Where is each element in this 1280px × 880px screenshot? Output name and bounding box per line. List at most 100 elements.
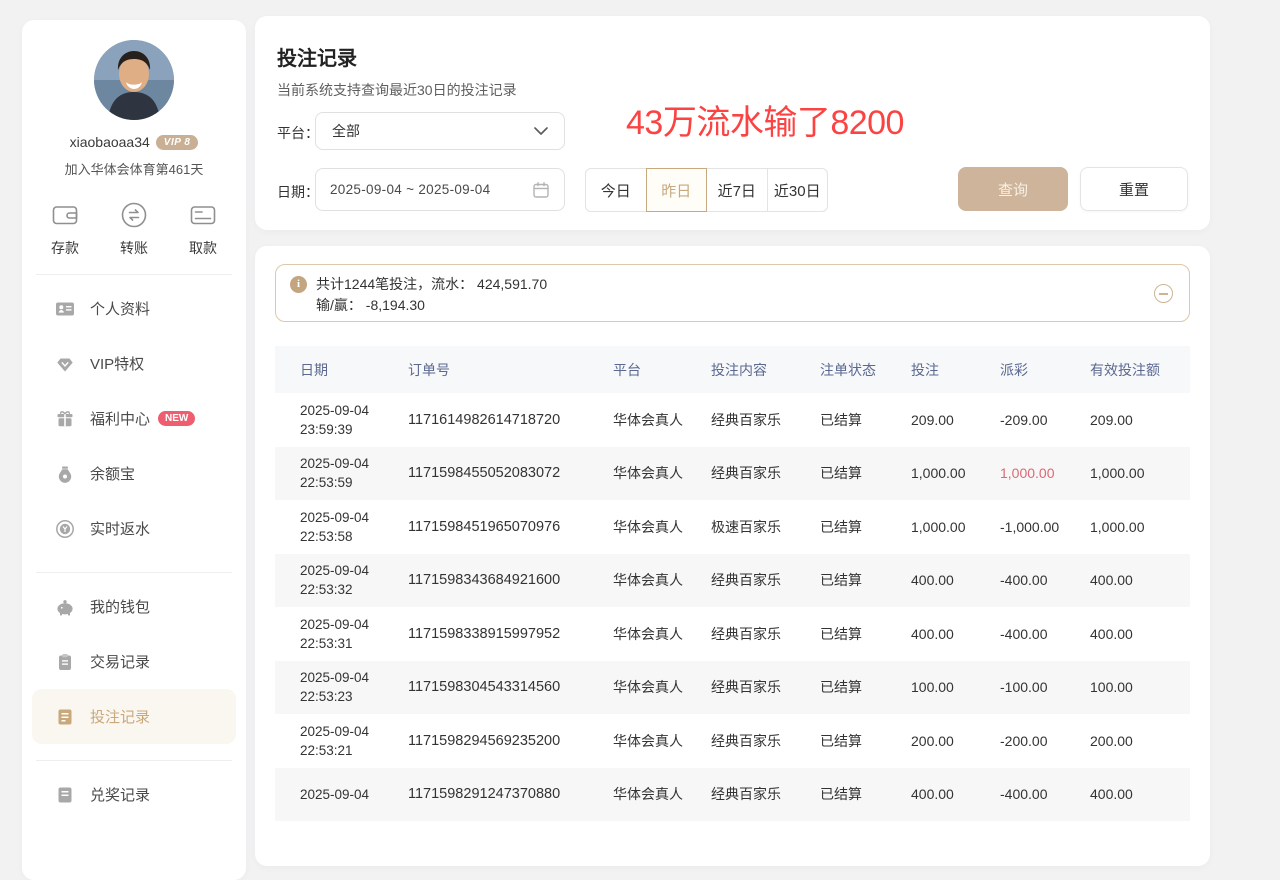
cell-platform: 华体会真人 [613, 410, 711, 430]
cell-order-number: 1171614982614718720 [408, 412, 613, 428]
col-header-payout: 派彩 [1000, 360, 1090, 380]
annotation-text: 43万流水输了8200 [626, 95, 904, 144]
cell-status: 已结算 [820, 517, 911, 537]
cell-order-number: 1171598343684921600 [408, 572, 613, 588]
bank-card-icon [188, 200, 218, 230]
quick-button-today[interactable]: 今日 [585, 168, 647, 212]
sidebar-item-label: 个人资料 [90, 298, 150, 319]
cell-valid-bet: 1,000.00 [1090, 465, 1190, 481]
cell-valid-bet: 200.00 [1090, 733, 1190, 749]
sidebar-item-prize-records[interactable]: 兑奖记录 [32, 767, 236, 822]
sidebar-item-label: 投注记录 [90, 706, 150, 727]
summary-line1: 共计1244笔投注，流水： 424,591.70 [316, 274, 547, 295]
cell-date: 2025-09-04 [300, 454, 408, 473]
cell-platform: 华体会真人 [613, 463, 711, 483]
cell-valid-bet: 400.00 [1090, 572, 1190, 588]
date-label: 日期： [277, 182, 319, 202]
info-icon: i [290, 276, 307, 293]
cell-platform: 华体会真人 [613, 731, 711, 751]
table-header: 日期 订单号 平台 投注内容 注单状态 投注 派彩 有效投注额 [275, 346, 1190, 393]
action-label: 存款 [51, 238, 79, 258]
cell-time: 22:53:59 [300, 473, 408, 492]
new-badge: NEW [158, 411, 195, 426]
col-header-valid: 有效投注额 [1090, 360, 1190, 380]
cell-content: 极速百家乐 [711, 517, 820, 537]
page-subtitle: 当前系统支持查询最近30日的投注记录 [277, 80, 517, 100]
sidebar-item-welfare[interactable]: 福利中心 NEW [32, 391, 236, 446]
cell-date: 2025-09-04 [300, 722, 408, 741]
action-label: 取款 [189, 238, 217, 258]
sidebar-menu-mid: 我的钱包 交易记录 投注记录 [22, 573, 246, 744]
reset-button[interactable]: 重置 [1080, 167, 1188, 211]
cell-date: 2025-09-04 [300, 668, 408, 687]
quick-date-buttons: 今日 昨日 近7日 近30日 [585, 168, 828, 212]
table-row: 2025-09-0422:53:21 1171598294569235200 华… [275, 714, 1190, 768]
summary-line2: 输/赢： -8,194.30 [316, 295, 425, 316]
cell-time: 22:53:21 [300, 741, 408, 760]
platform-selected-value: 全部 [332, 121, 360, 141]
col-header-bet: 投注 [911, 360, 1000, 380]
sidebar-item-yuebao[interactable]: 余额宝 [32, 446, 236, 501]
gem-icon [55, 354, 75, 374]
cell-bet: 400.00 [911, 572, 1000, 588]
sidebar-item-rebate[interactable]: 实时返水 [32, 501, 236, 556]
money-bag-icon [55, 464, 75, 484]
cell-date: 2025-09-04 [300, 561, 408, 580]
betting-records-page: xiaobaoaa34 VIP 8 加入华体会体育第461天 存款 转账 [0, 0, 1280, 794]
sidebar-item-label: 余额宝 [90, 463, 135, 484]
sidebar-menu-bottom: 兑奖记录 [22, 761, 246, 822]
col-header-platform: 平台 [613, 360, 711, 380]
vip-badge: VIP 8 [156, 135, 199, 150]
cell-content: 经典百家乐 [711, 463, 820, 483]
id-card-icon [55, 299, 75, 319]
summary-box: i 共计1244笔投注，流水： 424,591.70 输/赢： -8,194.3… [275, 264, 1190, 322]
cell-bet: 1,000.00 [911, 465, 1000, 481]
withdraw-button[interactable]: 取款 [188, 200, 218, 258]
cell-status: 已结算 [820, 624, 911, 644]
piggy-bank-icon [55, 597, 75, 617]
cell-platform: 华体会真人 [613, 784, 711, 804]
sidebar-item-wallet[interactable]: 我的钱包 [32, 579, 236, 634]
cell-bet: 1,000.00 [911, 519, 1000, 535]
cell-status: 已结算 [820, 677, 911, 697]
table-row: 2025-09-0422:53:58 1171598451965070976 华… [275, 500, 1190, 554]
cell-bet: 400.00 [911, 626, 1000, 642]
cell-platform: 华体会真人 [613, 517, 711, 537]
cell-valid-bet: 1,000.00 [1090, 519, 1190, 535]
cell-payout: -200.00 [1000, 733, 1090, 749]
cell-payout: -400.00 [1000, 626, 1090, 642]
date-range-input[interactable]: 2025-09-04 ~ 2025-09-04 [315, 168, 565, 211]
platform-select[interactable]: 全部 [315, 112, 565, 150]
page-title: 投注记录 [277, 42, 357, 71]
cell-date: 2025-09-04 [300, 615, 408, 634]
deposit-button[interactable]: 存款 [50, 200, 80, 258]
sidebar-item-profile[interactable]: 个人资料 [32, 281, 236, 336]
username: xiaobaoaa34 [70, 134, 150, 150]
query-button[interactable]: 查询 [958, 167, 1068, 211]
sidebar-item-vip[interactable]: VIP特权 [32, 336, 236, 391]
sidebar-item-transactions[interactable]: 交易记录 [32, 634, 236, 689]
sidebar-item-betting-records[interactable]: 投注记录 [32, 689, 236, 744]
cell-time: 23:59:39 [300, 420, 408, 439]
sidebar-item-label: VIP特权 [90, 353, 144, 374]
cell-content: 经典百家乐 [711, 410, 820, 430]
cell-time: 22:53:23 [300, 687, 408, 706]
transfer-button[interactable]: 转账 [119, 200, 149, 258]
cell-valid-bet: 400.00 [1090, 786, 1190, 802]
quick-button-7days[interactable]: 近7日 [706, 168, 768, 212]
sidebar-item-label: 实时返水 [90, 518, 150, 539]
cell-valid-bet: 209.00 [1090, 412, 1190, 428]
cell-payout: -1,000.00 [1000, 519, 1090, 535]
collapse-icon[interactable] [1154, 284, 1173, 303]
cell-content: 经典百家乐 [711, 784, 820, 804]
quick-button-30days[interactable]: 近30日 [767, 168, 829, 212]
table-row: 2025-09-04 1171598291247370880 华体会真人 经典百… [275, 768, 1190, 822]
gift-icon [55, 409, 75, 429]
transfer-icon [119, 200, 149, 230]
avatar-image [94, 40, 174, 120]
sidebar-menu-top: 个人资料 VIP特权 福利中心 NEW [22, 275, 246, 556]
cell-date: 2025-09-04 [300, 508, 408, 527]
platform-label: 平台： [277, 123, 319, 143]
quick-button-yesterday[interactable]: 昨日 [646, 168, 708, 212]
cell-order-number: 1171598294569235200 [408, 733, 613, 749]
